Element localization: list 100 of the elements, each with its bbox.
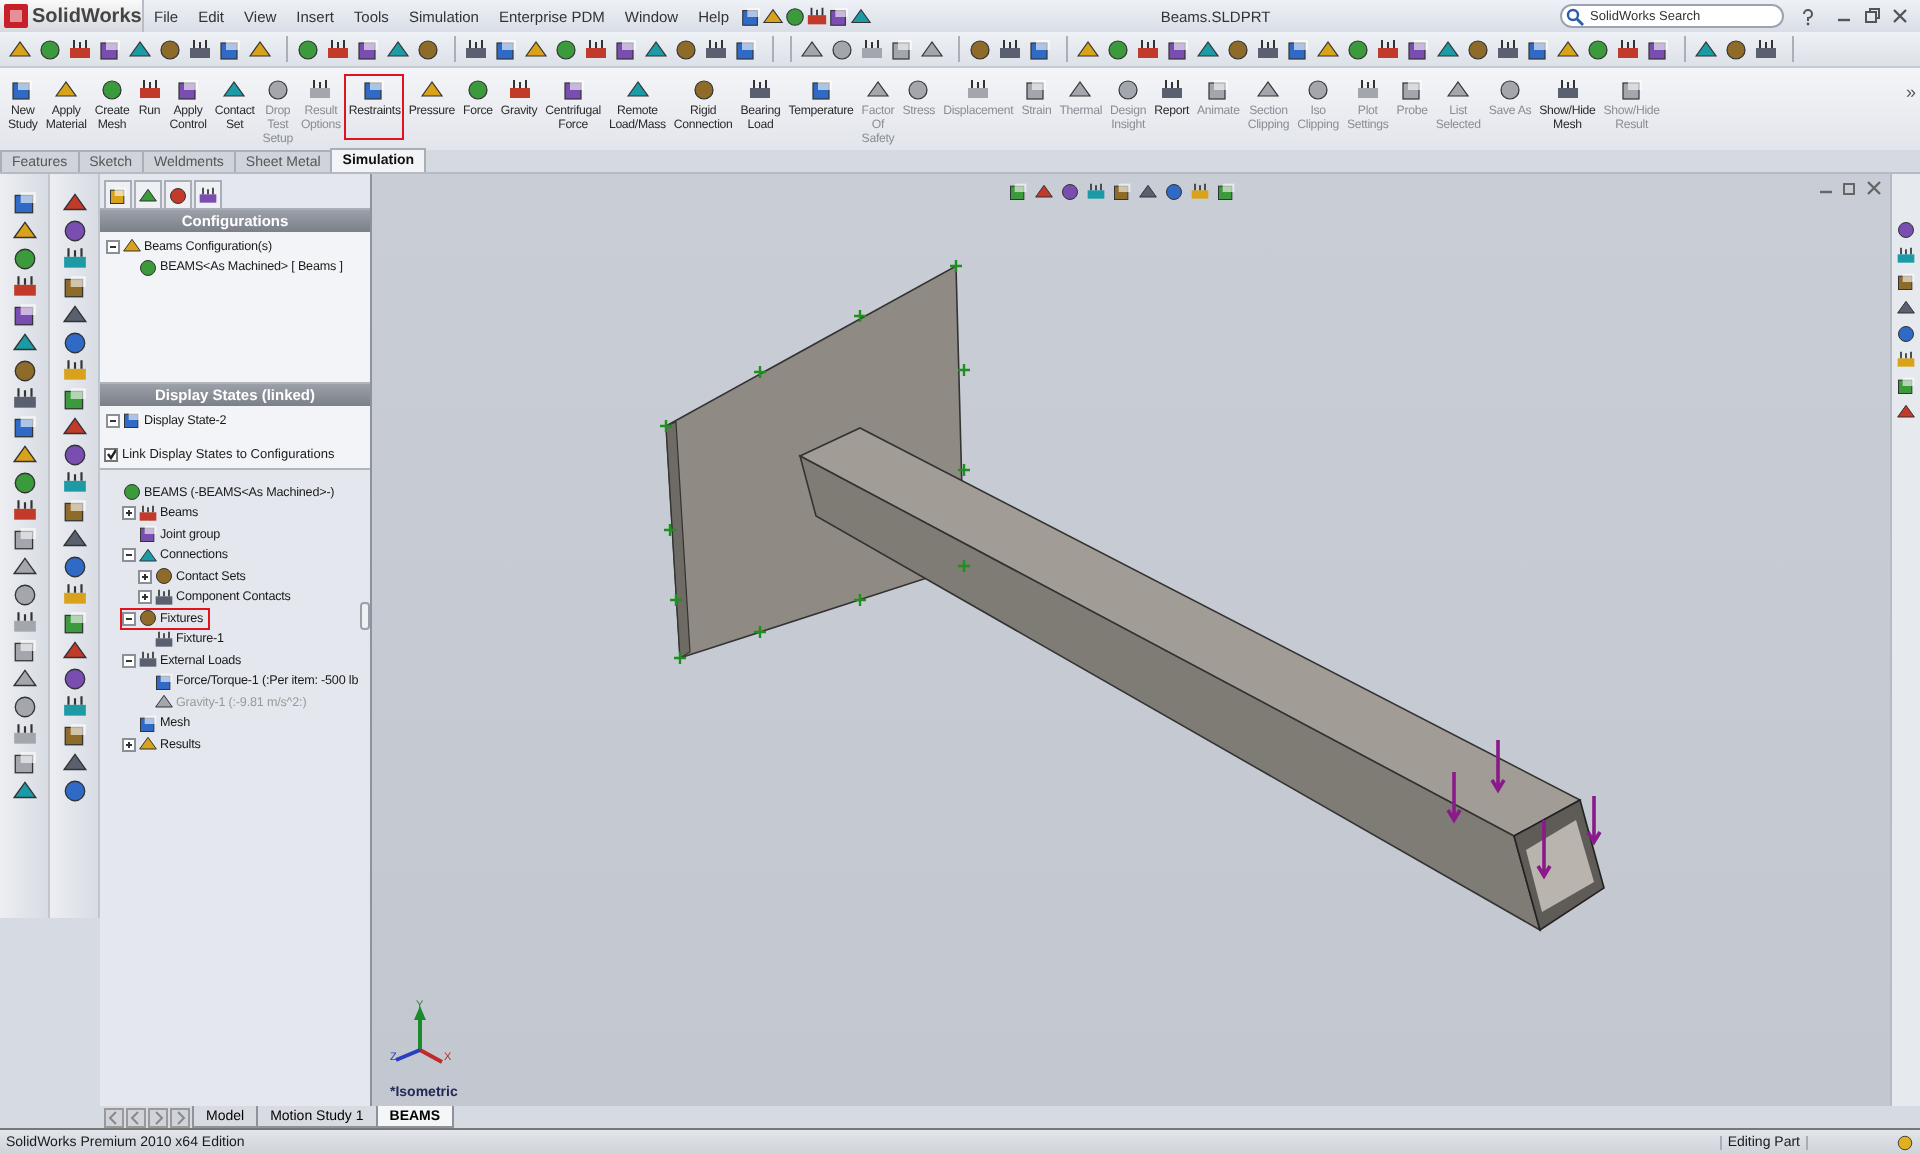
circle-icon xyxy=(296,37,320,61)
expand-icon[interactable] xyxy=(138,590,152,605)
help-icon[interactable] xyxy=(1800,7,1816,25)
triangle-icon xyxy=(128,37,152,61)
circle-icon xyxy=(61,218,87,244)
panel-tab[interactable] xyxy=(194,180,222,208)
circle-icon xyxy=(11,582,37,608)
square-icon xyxy=(561,78,586,102)
panel-tab[interactable] xyxy=(104,180,132,208)
bar-icon xyxy=(805,5,828,27)
triangle-icon xyxy=(11,218,37,244)
bar-icon xyxy=(1376,37,1400,61)
triangle-icon xyxy=(1896,402,1916,422)
circle-icon xyxy=(1106,37,1130,61)
checkbox[interactable] xyxy=(104,447,118,461)
triangle-icon xyxy=(11,666,37,692)
triangle-icon xyxy=(849,5,872,27)
circle-icon xyxy=(1724,37,1748,61)
circle-icon xyxy=(100,78,125,102)
panel-tab[interactable] xyxy=(164,180,192,208)
square-icon xyxy=(10,78,35,102)
panel-tab[interactable] xyxy=(134,180,162,208)
expand-icon[interactable] xyxy=(138,569,152,584)
circle-icon xyxy=(158,37,182,61)
bar-icon xyxy=(1496,37,1520,61)
triangle-icon xyxy=(1138,182,1158,202)
square-icon xyxy=(98,37,122,61)
bar-icon xyxy=(1616,37,1640,61)
square-icon xyxy=(1166,37,1190,61)
triangle-icon xyxy=(11,554,37,580)
triangle-icon xyxy=(1196,37,1220,61)
circle-icon xyxy=(554,37,578,61)
square-icon xyxy=(890,37,914,61)
square-icon xyxy=(1526,37,1550,61)
more-button[interactable]: » xyxy=(1901,74,1920,110)
triangle-icon xyxy=(920,37,944,61)
square-icon xyxy=(739,5,762,27)
square-icon xyxy=(614,37,638,61)
bar-icon xyxy=(704,37,728,61)
circle-icon xyxy=(1116,78,1141,102)
bar-icon xyxy=(308,78,333,102)
circle-icon xyxy=(906,78,931,102)
circle-icon xyxy=(168,185,188,205)
collapse-icon[interactable] xyxy=(122,611,136,626)
search-icon xyxy=(1566,8,1584,26)
bar-icon xyxy=(61,246,87,272)
restore-icon[interactable] xyxy=(1864,8,1880,24)
close-icon[interactable] xyxy=(1892,8,1908,24)
expand-icon[interactable] xyxy=(122,506,136,521)
triangle-icon xyxy=(761,5,784,27)
circle-icon xyxy=(1497,78,1522,102)
expand-icon[interactable] xyxy=(122,737,136,752)
collapse-icon[interactable] xyxy=(106,413,120,428)
triangle-icon xyxy=(61,414,87,440)
circle-icon xyxy=(1896,1133,1914,1151)
square-icon xyxy=(1024,78,1049,102)
square-icon xyxy=(1619,78,1644,102)
circle-icon xyxy=(1896,324,1916,344)
circle-icon xyxy=(416,37,440,61)
square-icon xyxy=(809,78,834,102)
triangle-icon xyxy=(138,185,158,205)
triangle-icon xyxy=(1034,182,1054,202)
square-icon xyxy=(61,722,87,748)
triangle-icon xyxy=(625,78,650,102)
circle-icon xyxy=(61,666,87,692)
bar-icon xyxy=(61,694,87,720)
circle-icon xyxy=(11,358,37,384)
bar-icon xyxy=(1159,78,1184,102)
triangle-icon xyxy=(61,190,87,216)
square-icon xyxy=(1406,37,1430,61)
square-icon xyxy=(1896,272,1916,292)
bar-icon xyxy=(1555,78,1580,102)
square-icon xyxy=(1028,37,1052,61)
circle-icon xyxy=(1896,220,1916,240)
triangle-icon xyxy=(122,236,142,257)
square-icon xyxy=(61,274,87,300)
circle-icon xyxy=(783,5,806,27)
bar-icon xyxy=(1896,246,1916,266)
square-icon xyxy=(138,524,158,545)
triangle-icon xyxy=(644,37,668,61)
triangle-icon xyxy=(222,78,247,102)
circle-icon xyxy=(1346,37,1370,61)
square-icon xyxy=(1216,182,1236,202)
panel-resize-handle[interactable] xyxy=(360,602,370,630)
circle-icon xyxy=(1226,37,1250,61)
triangle-icon xyxy=(138,545,158,566)
triangle-icon xyxy=(11,330,37,356)
collapse-icon[interactable] xyxy=(122,653,136,668)
bar-icon xyxy=(748,78,773,102)
bar-icon xyxy=(188,37,212,61)
restore-icon[interactable] xyxy=(1842,180,1858,196)
square-icon xyxy=(176,78,201,102)
close-icon[interactable] xyxy=(1866,180,1882,196)
collapse-icon[interactable] xyxy=(106,239,120,254)
bar-icon xyxy=(154,629,174,650)
circle-icon xyxy=(1164,182,1184,202)
collapse-icon[interactable] xyxy=(122,548,136,563)
circle-icon xyxy=(265,78,290,102)
circle-icon xyxy=(1466,37,1490,61)
triangle-icon xyxy=(11,442,37,468)
